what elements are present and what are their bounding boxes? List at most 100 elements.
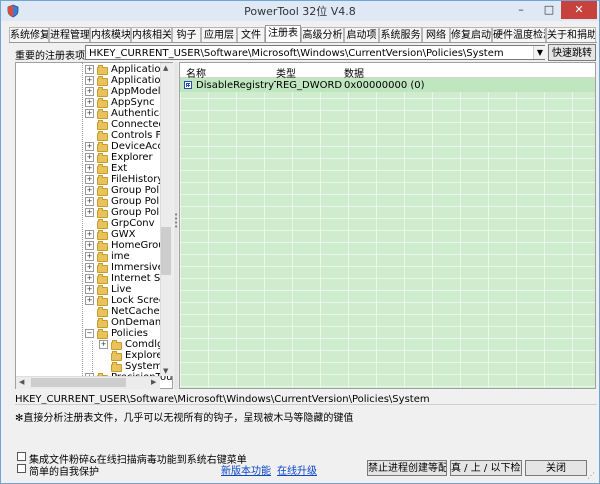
integrate-context-menu-checkbox[interactable] [17, 452, 26, 461]
tree-item[interactable]: + ApplicationAs [16, 64, 172, 75]
tab-hooks[interactable]: 钩子 [172, 27, 201, 42]
tree-item[interactable]: NetCache [16, 306, 160, 317]
expand-icon[interactable]: + [85, 153, 94, 162]
folder-icon [97, 274, 108, 284]
tab-app-layer[interactable]: 应用层 [201, 27, 237, 42]
expand-icon[interactable]: + [85, 197, 94, 206]
tree-item[interactable]: + AppModel [16, 86, 161, 97]
tree-item[interactable]: + Lock Screen [16, 295, 171, 306]
expand-icon[interactable]: + [85, 186, 94, 195]
tree-item-label: Explorer [111, 152, 153, 163]
expand-icon[interactable]: + [99, 340, 108, 349]
tree-item[interactable]: + HomeGroup [16, 240, 171, 251]
expand-icon[interactable]: + [85, 241, 94, 250]
chevron-down-icon[interactable]: ▼ [533, 46, 546, 59]
minimize-button[interactable]: – [507, 1, 535, 19]
expand-icon[interactable]: + [85, 263, 94, 272]
registry-tree[interactable]: + ApplicationAs + ApplicationVi + AppModel + Ap… [15, 62, 173, 389]
tree-item[interactable]: + Internet Set [16, 273, 170, 284]
tree-item[interactable]: + DeviceAccess [16, 141, 172, 152]
expand-icon[interactable]: + [85, 98, 94, 107]
expand-icon[interactable]: + [85, 65, 94, 74]
tree-item[interactable]: Explorer [16, 350, 167, 361]
collapse-icon[interactable]: − [85, 329, 94, 338]
tree-hscroll-thumb[interactable] [31, 378, 126, 387]
tree-item[interactable]: System [16, 361, 163, 372]
tab-hardware-temp[interactable]: 硬件温度检测 [492, 27, 546, 42]
tree-item[interactable]: OnDemandIn [16, 317, 172, 328]
tree-item[interactable]: + GWX [16, 229, 160, 240]
close-window-button[interactable]: ✕ [561, 1, 597, 19]
scroll-down-arrow-icon[interactable]: ▼ [163, 367, 168, 375]
tab-process-manager[interactable]: 进程管理 [49, 27, 90, 42]
block-process-config-button[interactable]: 禁止进程创建等配置 [367, 460, 447, 476]
expand-icon[interactable]: + [85, 76, 94, 85]
main-tabs: 系统修复 进程管理 内核模块 内核相关 钩子 应用层 文件 注册表 高级分析 启… [9, 25, 597, 43]
expand-icon[interactable]: + [85, 142, 94, 151]
tab-system-services[interactable]: 系统服务 [379, 27, 422, 42]
tree-vertical-scrollbar[interactable] [160, 63, 173, 376]
tree-item[interactable]: + Group Policy [16, 185, 172, 196]
expand-icon[interactable]: + [85, 109, 94, 118]
tree-scroll-thumb[interactable] [161, 227, 171, 275]
expand-icon[interactable]: + [85, 296, 94, 305]
table-row[interactable]: DisableRegistryTo... REG_DWORD 0x0000000… [180, 78, 595, 92]
tree-item-label: AppModel [111, 86, 161, 97]
tree-item[interactable]: + Live [16, 284, 160, 295]
folder-icon [97, 109, 108, 119]
registry-path-combobox[interactable]: HKEY_CURRENT_USER\Software\Microsoft\Win… [85, 45, 545, 60]
scroll-left-arrow-icon[interactable]: ◀ [19, 378, 24, 386]
tree-item[interactable]: ConnectedSe [16, 119, 172, 130]
tab-files[interactable]: 文件 [237, 27, 265, 42]
tree-item[interactable]: − Policies [16, 328, 160, 339]
self-protection-checkbox[interactable] [17, 464, 26, 473]
tree-item[interactable]: + Ext [16, 163, 160, 174]
tree-item[interactable]: + ime [16, 251, 160, 262]
self-protection-label[interactable]: 简单的自我保护 [29, 463, 99, 478]
close-button[interactable]: 关闭 [525, 460, 587, 476]
tree-item-label: Live [111, 284, 132, 295]
folder-icon [97, 285, 108, 295]
expand-icon[interactable]: + [85, 175, 94, 184]
tree-item[interactable]: GrpConv [16, 218, 160, 229]
expand-icon[interactable]: + [85, 285, 94, 294]
tree-item[interactable]: + ImmersiveSh [16, 262, 172, 273]
tree-item[interactable]: + Authenticatic [16, 108, 172, 119]
folder-icon [97, 175, 108, 185]
tab-startup[interactable]: 启动项 [344, 27, 379, 42]
tree-item-label: System [125, 361, 163, 372]
tree-item[interactable]: + Comdlg32 [16, 339, 172, 350]
scroll-right-arrow-icon[interactable]: ▶ [151, 378, 156, 386]
tree-item[interactable]: + Group Policy [16, 196, 172, 207]
new-features-link[interactable]: 新版本功能 [221, 462, 271, 477]
expand-icon[interactable]: + [85, 252, 94, 261]
tab-system-repair[interactable]: 系统修复 [9, 27, 49, 42]
tab-kernel-modules[interactable]: 内核模块 [90, 27, 131, 42]
scroll-up-arrow-icon[interactable]: ▲ [163, 64, 168, 72]
tab-network[interactable]: 网络 [422, 27, 450, 42]
tree-item[interactable]: + Group Policy [16, 207, 172, 218]
detect-button[interactable]: 真 / 上 / 以下检测 [450, 460, 522, 476]
expand-icon[interactable]: + [85, 164, 94, 173]
tab-repair-startup[interactable]: 修复启动 [450, 27, 492, 42]
tree-item[interactable]: Controls Fold [16, 130, 172, 141]
tree-item[interactable]: + FileHistory [16, 174, 163, 185]
registry-values-list[interactable]: 名称 类型 数据 DisableRegistryTo... REG_DWORD … [179, 62, 596, 389]
maximize-button[interactable]: □ [535, 1, 563, 19]
online-update-link[interactable]: 在线升级 [277, 462, 317, 477]
tree-item[interactable]: + AppSync [16, 97, 160, 108]
expand-icon[interactable]: + [85, 230, 94, 239]
resize-grip-icon[interactable]: ⋰ [587, 471, 595, 480]
expand-icon[interactable]: + [85, 208, 94, 217]
tab-registry[interactable]: 注册表 [265, 25, 301, 43]
tree-item[interactable]: + Explorer [16, 152, 160, 163]
folder-icon [97, 296, 108, 306]
expand-icon[interactable]: + [85, 274, 94, 283]
expand-icon[interactable]: + [85, 87, 94, 96]
value-type-cell: REG_DWORD [276, 80, 343, 91]
tab-kernel-related[interactable]: 内核相关 [131, 27, 172, 42]
tab-advanced-analysis[interactable]: 高级分析 [301, 27, 344, 42]
tree-item[interactable]: + ApplicationVi [16, 75, 172, 86]
quick-jump-button[interactable]: 快速跳转 [548, 44, 596, 61]
tab-about-donate[interactable]: 关于和捐助 [546, 27, 596, 42]
